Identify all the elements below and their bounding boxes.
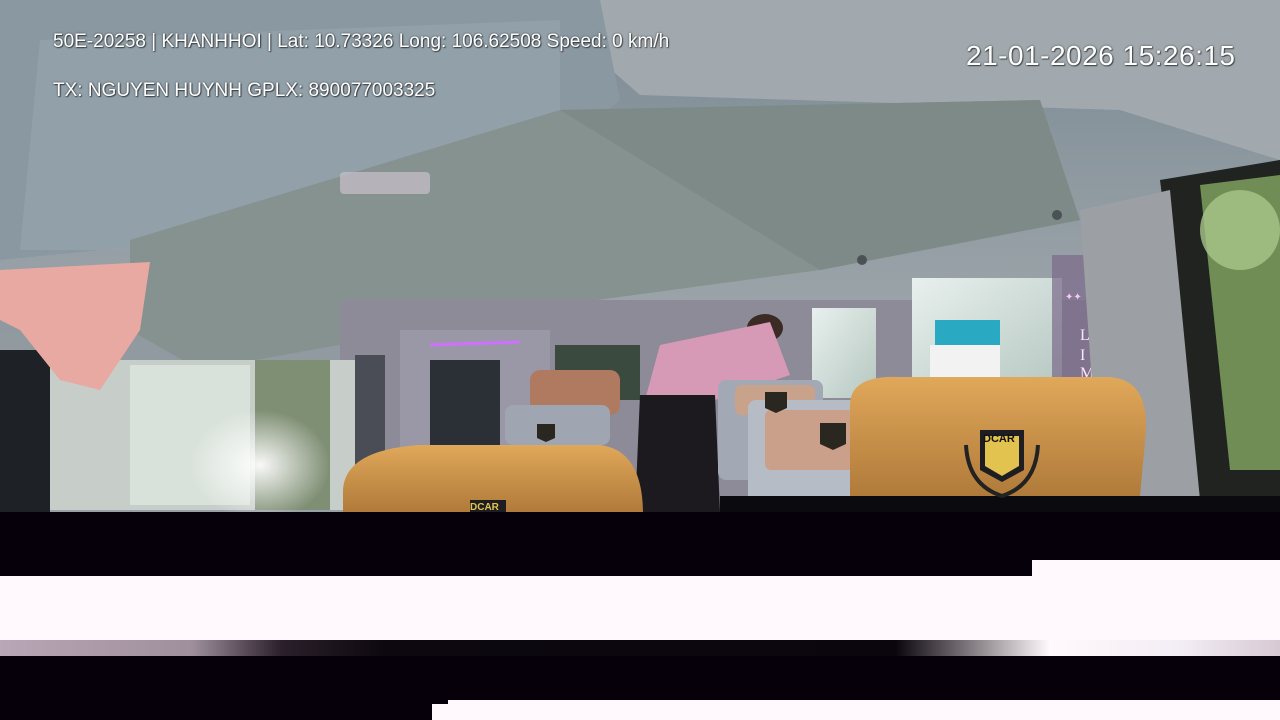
osd-vehicle-gps-speed: 50E-20258 | KHANHHOI | Lat: 10.73326 Lon… <box>53 31 670 52</box>
corrupted-white-notch <box>1032 560 1280 576</box>
dcar-badge-text-large: DCAR <box>983 433 1015 445</box>
corrupted-bottom-strip <box>432 704 1280 720</box>
dcar-badge-text-front: DCAR <box>470 502 500 512</box>
corrupted-band-gradient <box>0 640 1280 656</box>
dashcam-frame: ✦✦ L I M DCAR DCAR 50E-20258 | KHANHHOI … <box>0 0 1280 720</box>
svg-text:I: I <box>1080 347 1085 364</box>
corrupted-band-white <box>0 576 1280 640</box>
osd-driver-license: TX: NGUYEN HUYNH GPLX: 890077003325 <box>53 80 436 101</box>
van-interior-scene: ✦✦ L I M DCAR DCAR <box>0 0 1280 512</box>
svg-text:✦✦: ✦✦ <box>1065 292 1082 303</box>
osd-timestamp: 21-01-2026 15:26:15 <box>966 40 1236 71</box>
cabin-camera-view: ✦✦ L I M DCAR DCAR 50E-20258 | KHANHHOI … <box>0 0 1280 512</box>
